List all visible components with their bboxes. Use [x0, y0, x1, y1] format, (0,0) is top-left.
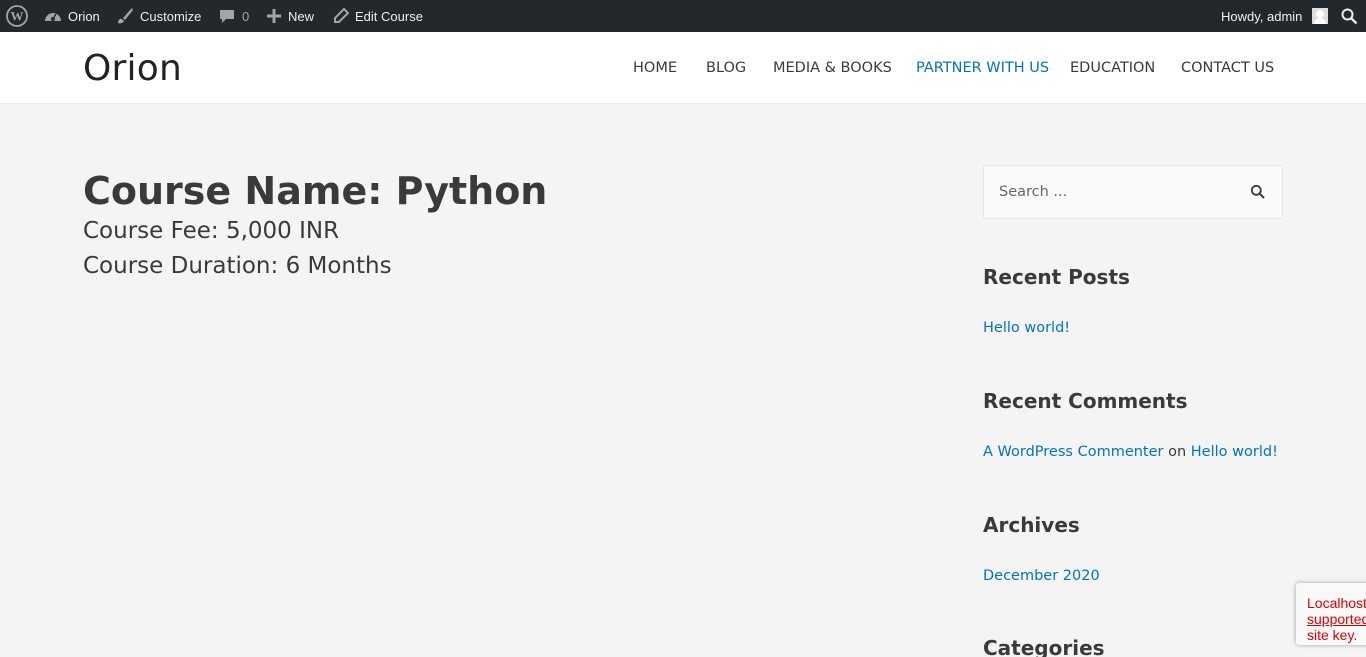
- nav-item-contact-us[interactable]: CONTACT US: [1181, 60, 1274, 76]
- nav-item-home[interactable]: HOME: [633, 60, 677, 76]
- search-form: [983, 165, 1283, 219]
- comment-icon: [220, 9, 234, 23]
- nav-item-media-books[interactable]: MEDIA & BOOKS: [773, 60, 892, 76]
- comment-on-text: on: [1168, 444, 1187, 460]
- adminbar-search-icon[interactable]: [1341, 0, 1358, 32]
- account-menu[interactable]: Howdy, admin: [1221, 0, 1329, 32]
- new-label: New: [288, 8, 315, 24]
- dashboard-icon: [45, 13, 61, 21]
- plus-icon: [267, 9, 281, 23]
- comments-link[interactable]: 0: [218, 0, 249, 32]
- customize-link[interactable]: Customize: [116, 0, 201, 32]
- recent-comments-title: Recent Comments: [983, 389, 1188, 413]
- comments-count: 0: [242, 8, 250, 24]
- wordpress-icon[interactable]: W: [6, 0, 28, 32]
- nav-item-partner-with-us[interactable]: PARTNER WITH US: [916, 60, 1049, 76]
- archives-title: Archives: [983, 513, 1080, 537]
- site-title-link[interactable]: Orion: [83, 48, 182, 89]
- search-input[interactable]: [984, 166, 1244, 218]
- categories-title: Categories: [983, 636, 1105, 657]
- archive-link[interactable]: December 2020: [983, 568, 1100, 584]
- svg-text:W: W: [11, 9, 24, 24]
- admin-bar: W Orion Customize 0 New Edit Course Howd…: [0, 0, 1366, 32]
- edit-course-label: Edit Course: [355, 8, 423, 24]
- customize-label: Customize: [140, 8, 202, 24]
- course-name-heading: Course Name: Python: [83, 169, 548, 213]
- course-fee: Course Fee: 5,000 INR: [83, 218, 340, 244]
- brush-icon: [118, 8, 133, 24]
- pencil-icon: [334, 8, 349, 23]
- site-name-link[interactable]: Orion: [44, 0, 100, 32]
- recent-comment-item: A WordPress Commenter on Hello world!: [983, 444, 1278, 460]
- comment-author-link[interactable]: A WordPress Commenter: [983, 444, 1164, 460]
- comment-post-link[interactable]: Hello world!: [1191, 444, 1278, 460]
- recent-post-link[interactable]: Hello world!: [983, 320, 1070, 336]
- recaptcha-line-2[interactable]: supported: [1307, 611, 1366, 627]
- recent-posts-title: Recent Posts: [983, 265, 1130, 289]
- site-header: Orion HOME BLOG MEDIA & BOOKS PARTNER WI…: [0, 32, 1366, 104]
- recaptcha-line-1: Localhost: [1307, 595, 1366, 611]
- recaptcha-error-badge: Localhost supported site key.: [1296, 583, 1366, 645]
- nav-item-blog[interactable]: BLOG: [706, 60, 746, 76]
- howdy-label: Howdy, admin: [1221, 8, 1303, 24]
- new-content-link[interactable]: New: [266, 0, 314, 32]
- course-duration: Course Duration: 6 Months: [83, 253, 392, 279]
- site-name-label: Orion: [68, 8, 100, 24]
- avatar: [1312, 8, 1329, 24]
- edit-course-link[interactable]: Edit Course: [333, 0, 423, 32]
- recaptcha-line-3: site key.: [1307, 627, 1358, 643]
- search-icon[interactable]: [1250, 184, 1266, 200]
- nav-item-education[interactable]: EDUCATION: [1070, 60, 1155, 76]
